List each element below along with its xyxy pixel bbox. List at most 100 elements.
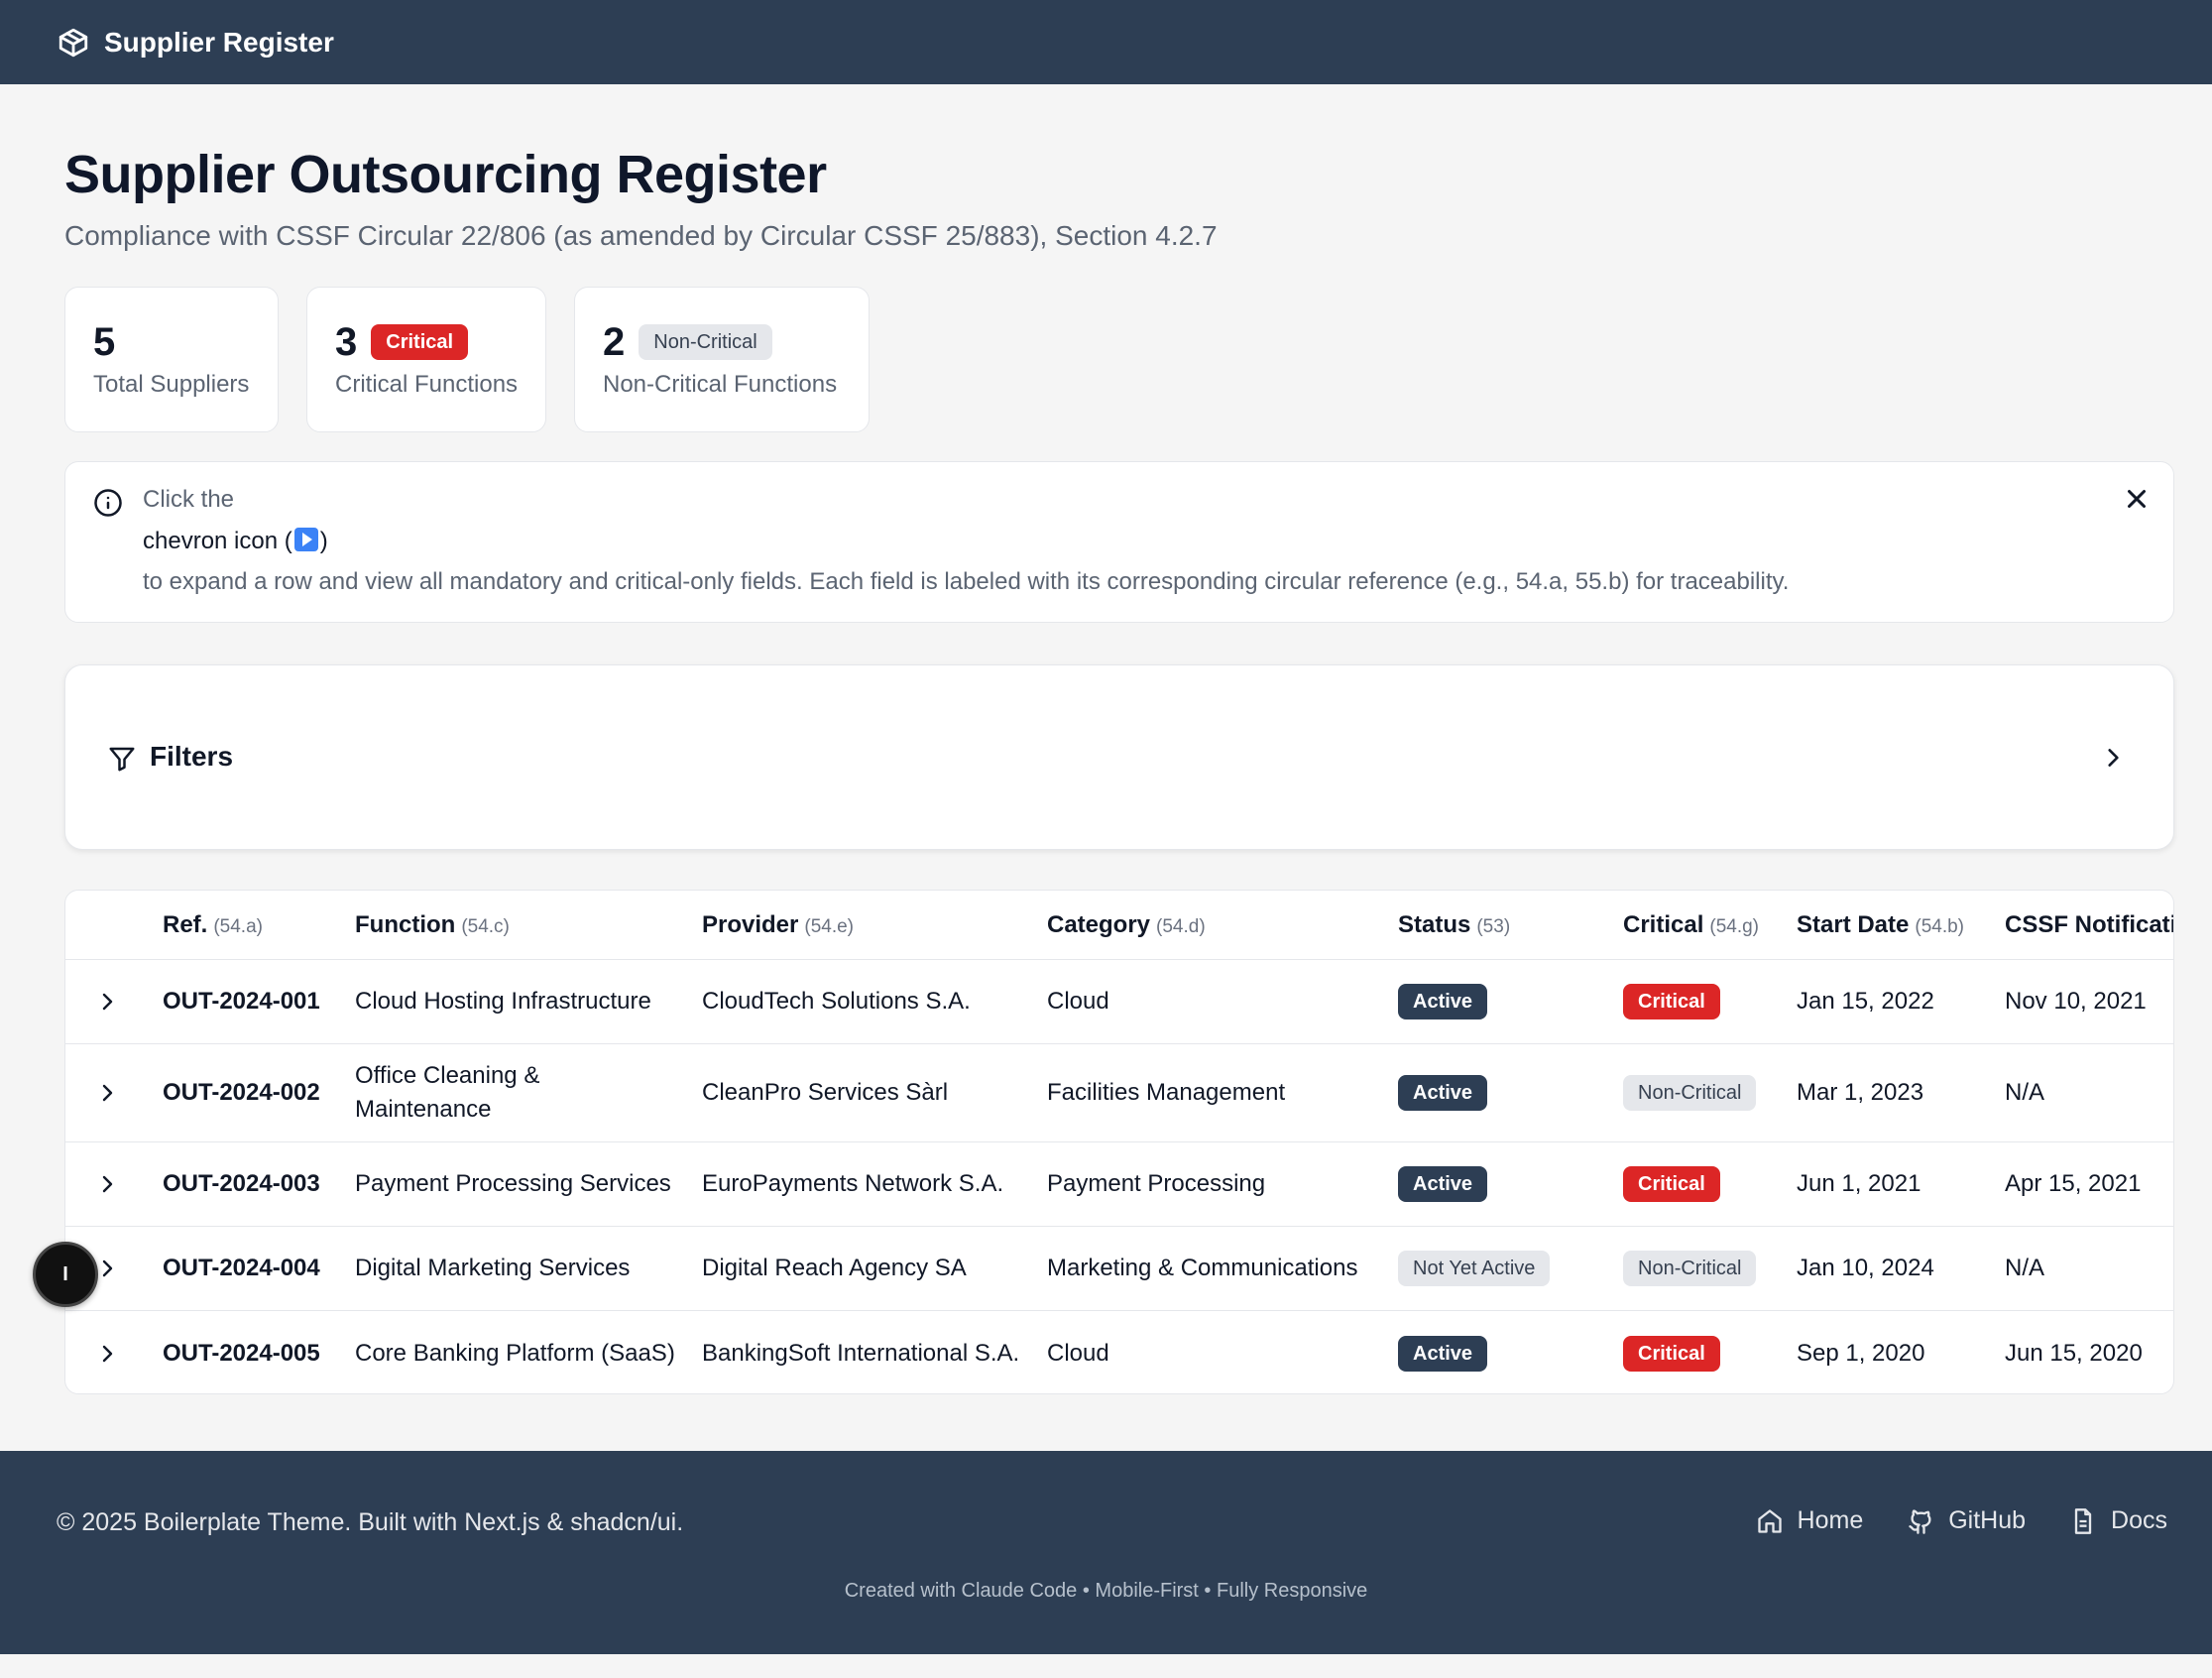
cell-status: Active: [1398, 960, 1488, 1043]
page-subtitle: Compliance with CSSF Circular 22/806 (as…: [64, 220, 1218, 251]
filters-panel[interactable]: Filters: [64, 664, 2174, 850]
cell-ref: OUT-2024-003: [163, 1170, 320, 1197]
chevron-right-icon[interactable]: [2100, 745, 2126, 771]
close-icon[interactable]: [2122, 484, 2152, 514]
chevron-right-icon[interactable]: [95, 990, 119, 1014]
column-label: Function: [355, 911, 456, 938]
cell-cssf-notification: Jun 15, 2020: [2005, 1339, 2143, 1367]
cell-status: Active: [1398, 1142, 1488, 1226]
column-label: Ref.: [163, 911, 208, 938]
expand-chevron[interactable]: [95, 960, 119, 1043]
cell-function: Core Banking Platform (SaaS): [355, 1339, 675, 1367]
column-label: CSSF Notificatio: [2005, 911, 2174, 938]
expand-chevron[interactable]: [95, 1227, 119, 1310]
table-row[interactable]: OUT-2024-003 Payment Processing Services…: [65, 1142, 2173, 1227]
filters-label: Filters: [150, 741, 234, 772]
footer-link-home[interactable]: Home: [1756, 1506, 1864, 1535]
cell-critical: Non-Critical: [1623, 1227, 1757, 1310]
cell-start-date: Jan 15, 2022: [1797, 988, 1934, 1015]
column-ref: (54.g): [1709, 916, 1760, 937]
expand-chevron[interactable]: [95, 1142, 119, 1226]
cell-status: Not Yet Active: [1398, 1227, 1551, 1310]
table-row[interactable]: OUT-2024-002 Office Cleaning & Maintenanc…: [65, 1044, 2173, 1142]
cell-function: Office Cleaning & Maintenance: [355, 1044, 539, 1141]
info-text-line1: Click the: [143, 486, 235, 513]
critical-badge: Critical: [1623, 984, 1720, 1019]
cell-function-line1: Office Cleaning &: [355, 1062, 540, 1089]
column-header-critical[interactable]: Critical (54.g): [1623, 891, 1759, 960]
status-badge: Active: [1398, 1075, 1488, 1111]
critical-badge: Critical: [1623, 1335, 1720, 1372]
cell-ref: OUT-2024-005: [163, 1339, 320, 1367]
stat-card-critical: 3 Critical Critical Functions: [306, 287, 546, 432]
brand-title[interactable]: Supplier Register: [104, 27, 334, 59]
stat-number: 3: [335, 320, 358, 364]
cell-provider: EuroPayments Network S.A.: [702, 1170, 1004, 1197]
supplier-table: Ref. (54.a) Function (54.c) Provider (54.e)…: [64, 890, 2174, 1394]
floating-action-button[interactable]: I: [33, 1242, 98, 1307]
column-header-status[interactable]: Status (53): [1398, 891, 1510, 960]
stat-number: 2: [603, 320, 626, 364]
table-header: Ref. (54.a) Function (54.c) Provider (54.e)…: [65, 891, 2173, 960]
expand-chevron[interactable]: [95, 1044, 119, 1141]
stat-card-noncritical: 2 Non-Critical Non-Critical Functions: [574, 287, 870, 432]
filter-icon: [109, 747, 135, 772]
chevron-right-icon[interactable]: [95, 1257, 119, 1280]
stat-card-total: 5 Total Suppliers: [64, 287, 279, 432]
stat-number: 5: [93, 320, 116, 364]
package-icon: [58, 28, 88, 57]
cell-ref: OUT-2024-001: [163, 988, 320, 1015]
column-label: Start Date: [1797, 911, 1910, 938]
footer-link-label: Home: [1797, 1506, 1864, 1534]
stat-label: Non-Critical Functions: [603, 371, 838, 398]
column-header-function[interactable]: Function (54.c): [355, 891, 510, 960]
cell-start-date: Jun 1, 2021: [1797, 1170, 1921, 1197]
cell-status: Active: [1398, 1311, 1488, 1393]
column-header-provider[interactable]: Provider (54.e): [702, 891, 854, 960]
cell-cssf-notification: Nov 10, 2021: [2005, 988, 2147, 1015]
status-badge: Active: [1398, 984, 1488, 1019]
column-ref: (53): [1476, 916, 1511, 937]
cell-provider: CloudTech Solutions S.A.: [702, 988, 971, 1015]
column-label: Status: [1398, 911, 1471, 938]
cell-function: Digital Marketing Services: [355, 1255, 631, 1281]
status-badge: Not Yet Active: [1398, 1251, 1551, 1286]
stat-label: Critical Functions: [335, 371, 519, 398]
info-text-line2: chevron icon (): [143, 528, 328, 555]
column-header-ref[interactable]: Ref. (54.a): [163, 891, 263, 960]
cell-category: Marketing & Communications: [1047, 1255, 1358, 1281]
info-icon: [94, 489, 122, 517]
footer-link-docs[interactable]: Docs: [2069, 1506, 2167, 1535]
footer-link-github[interactable]: GitHub: [1907, 1506, 2026, 1535]
chevron-right-icon[interactable]: [95, 1081, 119, 1105]
cell-cssf-notification: Apr 15, 2021: [2005, 1170, 2142, 1197]
cell-provider: CleanPro Services Sàrl: [702, 1079, 949, 1106]
non-critical-badge: Non-Critical: [1623, 1075, 1757, 1111]
table-row[interactable]: OUT-2024-004 Digital Marketing Services …: [65, 1227, 2173, 1311]
cell-function: Payment Processing Services: [355, 1170, 671, 1197]
chevron-right-icon[interactable]: [95, 1342, 119, 1366]
column-header-cssf-notification[interactable]: CSSF Notificatio: [2005, 891, 2174, 960]
cell-start-date: Sep 1, 2020: [1797, 1339, 1925, 1367]
cell-cssf-notification: N/A: [2005, 1255, 2045, 1281]
expand-chevron[interactable]: [95, 1311, 119, 1393]
cell-category: Cloud: [1047, 1339, 1109, 1367]
github-icon: [1909, 1508, 1931, 1534]
chevron-right-icon[interactable]: [95, 1172, 119, 1196]
status-badge: Active: [1398, 1335, 1488, 1372]
table-row[interactable]: OUT-2024-005 Core Banking Platform (SaaS…: [65, 1311, 2173, 1393]
cell-function: Cloud Hosting Infrastructure: [355, 988, 651, 1015]
cell-provider: BankingSoft International S.A.: [702, 1339, 1020, 1367]
cell-critical: Non-Critical: [1623, 1044, 1757, 1141]
cell-category: Facilities Management: [1047, 1079, 1286, 1106]
column-header-start-date[interactable]: Start Date (54.b): [1797, 891, 1964, 960]
footer-tagline: Created with Claude Code • Mobile-First …: [844, 1580, 1368, 1602]
cell-status: Active: [1398, 1044, 1488, 1141]
column-ref: (54.a): [213, 916, 263, 937]
non-critical-badge: Non-Critical: [1623, 1251, 1757, 1286]
table-row[interactable]: OUT-2024-001 Cloud Hosting Infrastructur…: [65, 960, 2173, 1044]
info-text-emphasis: chevron icon (: [143, 528, 292, 554]
column-label: Provider: [702, 911, 799, 938]
column-header-category[interactable]: Category (54.d): [1047, 891, 1206, 960]
cell-category: Cloud: [1047, 988, 1109, 1015]
